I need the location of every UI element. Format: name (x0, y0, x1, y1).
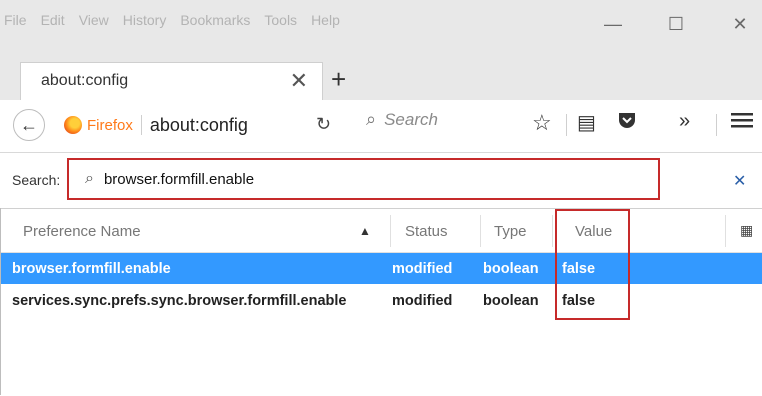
menu-history[interactable]: History (123, 12, 167, 28)
new-tab-button[interactable]: + (331, 64, 346, 95)
preference-status: modified (392, 261, 453, 277)
column-header-preference-name[interactable]: Preference Name (23, 223, 141, 240)
column-header-value[interactable]: Value (575, 223, 612, 240)
table-row[interactable]: services.sync.prefs.sync.browser.formfil… (0, 285, 762, 316)
tab-title: about:config (41, 72, 129, 89)
minimize-button[interactable]: — (603, 14, 623, 34)
clear-search-icon[interactable]: ✕ (733, 171, 746, 191)
menu-bookmarks[interactable]: Bookmarks (180, 12, 250, 28)
column-header-status[interactable]: Status (405, 223, 448, 240)
search-icon: ⌕ (366, 109, 377, 129)
tab-close-icon[interactable]: ✕ (290, 68, 308, 94)
preference-value: false (562, 293, 596, 309)
menu-view[interactable]: View (79, 12, 109, 28)
back-button[interactable]: ← (13, 109, 45, 141)
search-icon: ⌕ (85, 170, 94, 187)
preferences-table: Preference Name ▲ Status Type Value ▦ br… (0, 208, 762, 396)
reader-view-icon[interactable]: ▤ (577, 110, 596, 135)
preference-name: services.sync.prefs.sync.browser.formfil… (12, 293, 347, 309)
firefox-icon (64, 116, 82, 134)
preference-type: boolean (483, 293, 539, 309)
hamburger-menu-icon[interactable] (731, 110, 753, 136)
column-divider (480, 215, 481, 247)
preference-value: false (562, 261, 596, 277)
table-row[interactable]: browser.formfill.enable modified boolean… (0, 253, 762, 284)
config-search-row: Search: ⌕ ✕ (0, 153, 762, 208)
config-search-field[interactable]: ⌕ (67, 158, 660, 200)
title-bar: File Edit View History Bookmarks Tools H… (0, 0, 762, 48)
bookmark-star-icon[interactable]: ☆ (532, 110, 552, 136)
pocket-icon[interactable] (617, 110, 637, 136)
column-picker-icon[interactable]: ▦ (740, 222, 753, 239)
menu-tools[interactable]: Tools (264, 12, 297, 28)
overflow-chevron-icon[interactable]: » (679, 110, 690, 133)
window-left-edge (0, 208, 9, 395)
search-bar[interactable]: ⌕ Search (366, 109, 438, 130)
preference-status: modified (392, 293, 453, 309)
column-divider (390, 215, 391, 247)
maximize-button[interactable]: ☐ (666, 14, 686, 34)
table-header: Preference Name ▲ Status Type Value ▦ (0, 209, 762, 253)
url-bar[interactable]: Firefox about:config (56, 109, 306, 141)
sort-ascending-icon: ▲ (359, 224, 371, 238)
column-header-type[interactable]: Type (494, 223, 527, 240)
toolbar-divider (716, 114, 717, 136)
preference-name: browser.formfill.enable (12, 261, 171, 277)
close-window-button[interactable]: ✕ (730, 14, 750, 34)
url-text[interactable]: about:config (150, 115, 248, 136)
menu-file[interactable]: File (4, 12, 27, 28)
menu-help[interactable]: Help (311, 12, 340, 28)
config-search-label: Search: (12, 172, 61, 188)
menu-bar: File Edit View History Bookmarks Tools H… (4, 12, 340, 28)
tab-strip: about:config ✕ + (0, 48, 762, 100)
column-divider (552, 215, 553, 247)
tab-about-config[interactable]: about:config ✕ (20, 62, 323, 100)
config-search-input[interactable] (101, 169, 586, 189)
column-divider (725, 215, 726, 247)
reload-button[interactable]: ↻ (316, 114, 331, 135)
menu-edit[interactable]: Edit (41, 12, 65, 28)
url-divider (140, 115, 142, 135)
identity-label: Firefox (87, 116, 133, 134)
toolbar-divider (566, 114, 567, 136)
search-placeholder: Search (384, 109, 438, 129)
preference-type: boolean (483, 261, 539, 277)
navigation-bar: ← Firefox about:config ↻ ⌕ Search ☆ ▤ » (0, 100, 762, 153)
